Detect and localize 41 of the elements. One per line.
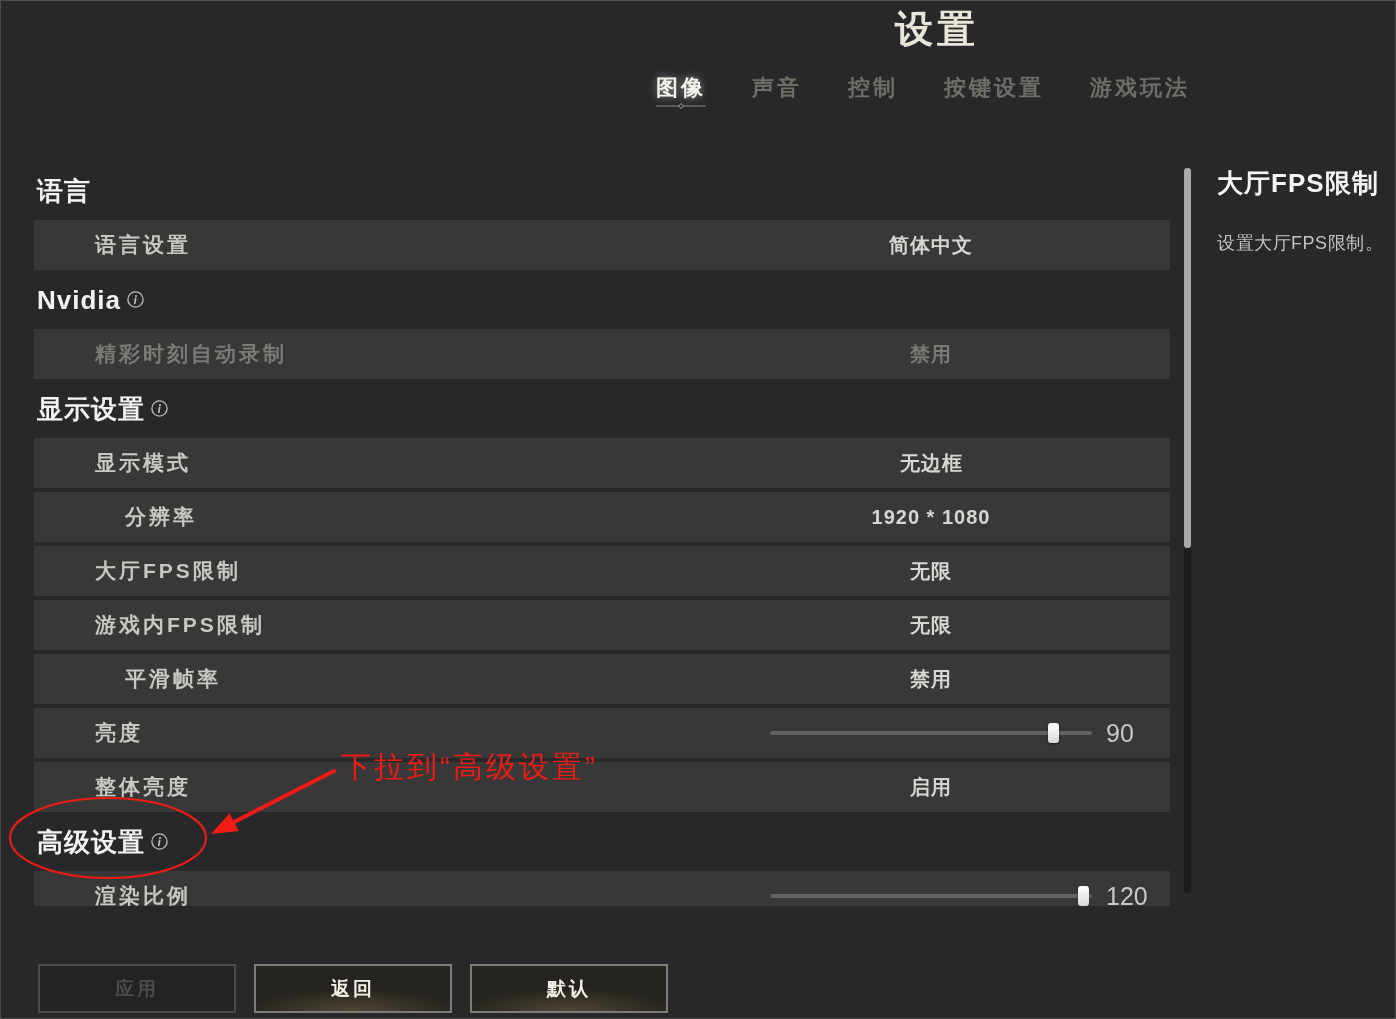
section-title: 显示设置: [37, 392, 145, 426]
setting-label: 整体亮度: [95, 774, 191, 800]
setting-value: 无边框: [899, 451, 963, 476]
setting-label: 精彩时刻自动录制: [95, 341, 287, 367]
diamond-underline-icon: [656, 103, 706, 109]
setting-row[interactable]: 显示模式 无边框: [34, 438, 1170, 488]
slider-thumb[interactable]: [1078, 886, 1089, 906]
slider-reading: 120: [1106, 881, 1148, 906]
setting-value: 简体中文: [889, 233, 973, 258]
slider-reading: 90: [1106, 718, 1134, 748]
setting-row[interactable]: 平滑帧率 禁用: [34, 654, 1170, 704]
setting-value: 禁用: [910, 667, 952, 692]
setting-label: 语言设置: [95, 232, 191, 258]
section-title: 高级设置: [37, 825, 145, 859]
detail-description: 设置大厅FPS限制。: [1217, 232, 1383, 255]
setting-label: 大厅FPS限制: [95, 558, 241, 584]
scrollbar-thumb[interactable]: [1184, 168, 1191, 548]
setting-value: 禁用: [910, 342, 952, 367]
setting-label: 游戏内FPS限制: [95, 612, 265, 638]
setting-row[interactable]: 游戏内FPS限制 无限: [34, 600, 1170, 650]
setting-value: 启用: [910, 775, 952, 800]
setting-label: 分辨率: [125, 504, 197, 530]
setting-label: 亮度: [95, 720, 143, 746]
setting-value: 无限: [910, 613, 952, 638]
setting-row[interactable]: 语言设置 简体中文: [34, 220, 1170, 270]
section-title: 语言: [37, 174, 91, 208]
window-title: 设置: [895, 7, 979, 52]
setting-value: 无限: [910, 559, 952, 584]
footer-button[interactable]: 返回: [254, 964, 452, 1013]
setting-row[interactable]: 大厅FPS限制 无限: [34, 546, 1170, 596]
setting-label: 显示模式: [95, 450, 191, 476]
tab[interactable]: 图像: [656, 70, 706, 109]
detail-title: 大厅FPS限制: [1217, 167, 1379, 200]
setting-label: 渲染比例: [95, 883, 191, 906]
setting-value: 1920 * 1080: [871, 505, 991, 530]
slider-thumb[interactable]: [1047, 723, 1059, 743]
section-title: Nvidia: [37, 283, 122, 317]
setting-row[interactable]: 渲染比例 120: [34, 871, 1170, 906]
setting-label: 平滑帧率: [125, 666, 221, 692]
footer-button[interactable]: 默认: [470, 964, 668, 1013]
setting-row[interactable]: 分辨率 1920 * 1080: [34, 492, 1170, 542]
